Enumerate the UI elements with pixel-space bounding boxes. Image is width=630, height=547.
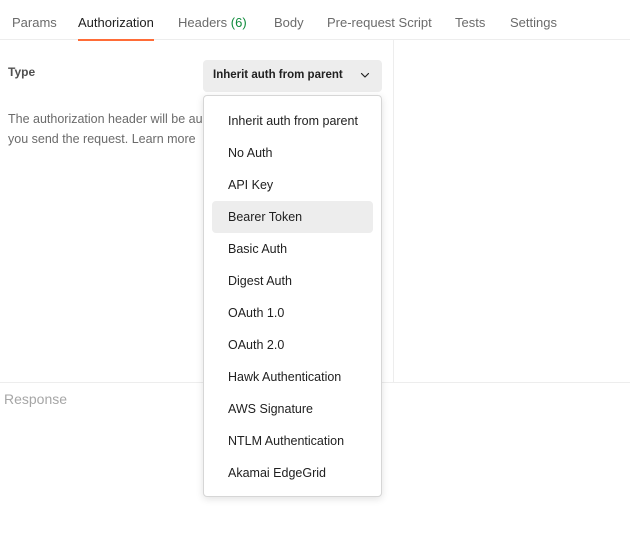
request-editor: Params Authorization Headers (6) Body Pr… — [0, 0, 630, 547]
auth-type-selected-value: Inherit auth from parent — [213, 69, 343, 81]
dropdown-item-api-key[interactable]: API Key — [212, 169, 373, 201]
dropdown-item-no-auth[interactable]: No Auth — [212, 137, 373, 169]
dropdown-item-akamai-edgegrid[interactable]: Akamai EdgeGrid — [212, 457, 373, 489]
dropdown-item-bearer-token[interactable]: Bearer Token — [212, 201, 373, 233]
tab-label: Tests — [455, 15, 486, 30]
tab-label: Headers — [178, 15, 228, 30]
tab-label: Body — [274, 15, 304, 30]
dropdown-item-ntlm-auth[interactable]: NTLM Authentication — [212, 425, 373, 457]
dropdown-item-aws-signature[interactable]: AWS Signature — [212, 393, 373, 425]
chevron-down-icon — [360, 72, 370, 78]
dropdown-item-hawk-auth[interactable]: Hawk Authentication — [212, 361, 373, 393]
dropdown-item-digest-auth[interactable]: Digest Auth — [212, 265, 373, 297]
dropdown-item-inherit-auth[interactable]: Inherit auth from parent — [212, 105, 373, 137]
learn-more-link[interactable]: you send the request. Learn more — [8, 129, 202, 149]
headers-count-badge: (6) — [230, 15, 247, 30]
tab-label: Params — [12, 15, 57, 30]
tab-label: Settings — [510, 15, 557, 30]
tab-body[interactable]: Body — [274, 0, 304, 40]
tab-params[interactable]: Params — [12, 0, 57, 40]
tab-tests[interactable]: Tests — [455, 0, 485, 40]
dropdown-item-oauth-1[interactable]: OAuth 1.0 — [212, 297, 373, 329]
auth-type-select[interactable]: Inherit auth from parent — [203, 60, 382, 92]
tab-authorization[interactable]: Authorization — [78, 0, 154, 41]
auth-type-label: Type — [8, 65, 36, 79]
tab-label: Pre-request Script — [327, 15, 432, 30]
request-tabs: Params Authorization Headers (6) Body Pr… — [0, 0, 630, 41]
dropdown-item-basic-auth[interactable]: Basic Auth — [212, 233, 373, 265]
auth-description-line: The authorization header will be au — [8, 112, 202, 126]
tab-label: Authorization — [78, 15, 154, 30]
tab-pre-request-script[interactable]: Pre-request Script — [327, 0, 432, 40]
response-title: Response — [4, 391, 68, 407]
dropdown-item-oauth-2[interactable]: OAuth 2.0 — [212, 329, 373, 361]
tab-headers[interactable]: Headers (6) — [178, 0, 247, 40]
auth-type-dropdown: Inherit auth from parent No Auth API Key… — [203, 95, 382, 497]
tab-settings[interactable]: Settings — [510, 0, 557, 40]
auth-description: The authorization header will be au you … — [8, 109, 202, 149]
